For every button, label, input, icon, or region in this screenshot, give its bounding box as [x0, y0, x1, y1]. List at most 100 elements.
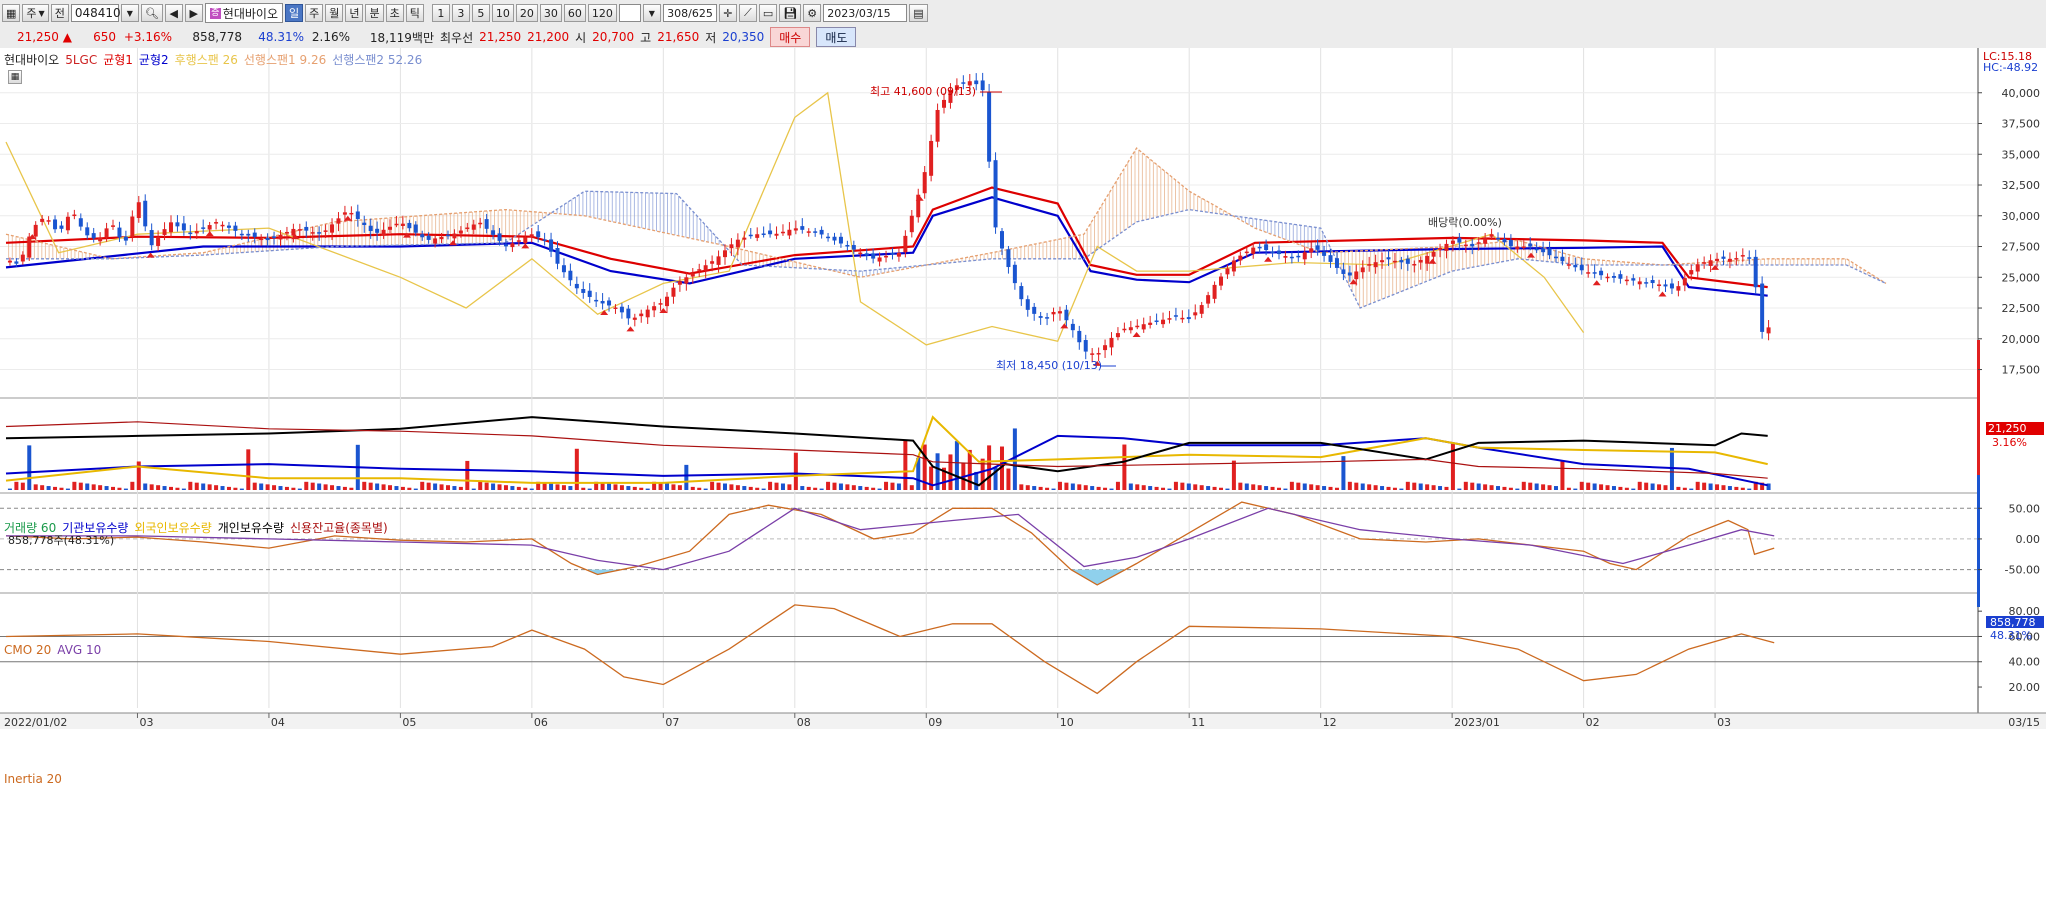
sell-button[interactable]: 매도: [816, 27, 857, 47]
open-label: 시: [575, 30, 587, 45]
candle-body: [581, 289, 586, 293]
candle-body: [677, 281, 682, 285]
month-label-7: 09: [928, 716, 942, 729]
candle-body: [1199, 305, 1204, 314]
legend-cmo-item-0[interactable]: CMO 20: [4, 643, 51, 657]
candle-body: [1161, 319, 1166, 325]
legend-cmo-item-1[interactable]: AVG 10: [57, 643, 101, 657]
trend-line-icon: ⟋: [744, 6, 752, 19]
candle-body: [1573, 264, 1578, 268]
volume-bar: [1521, 481, 1526, 490]
interval-button-10[interactable]: 10: [491, 4, 514, 22]
volume-bar: [819, 488, 824, 490]
candle-body: [1521, 246, 1526, 249]
volume-bar: [503, 485, 508, 490]
candle-body: [1045, 317, 1050, 319]
candle-body: [1386, 257, 1391, 260]
period-button-5[interactable]: 초: [385, 4, 404, 22]
candle-body: [259, 238, 264, 241]
legend-price-item-6[interactable]: 선행스팬2 52.26: [332, 53, 422, 67]
legend-price-item-0[interactable]: 현대바이오: [4, 53, 59, 67]
volume-bar: [1083, 485, 1088, 490]
period-button-0[interactable]: 일: [284, 4, 304, 22]
volume-bar: [735, 485, 740, 490]
legend-price-item-3[interactable]: 균형2: [139, 53, 169, 67]
volume-bar: [317, 483, 322, 490]
candle-body: [368, 225, 373, 232]
date-input[interactable]: 2023/03/15: [823, 4, 908, 22]
legend-vol-item-4[interactable]: 신용잔고율(종목별): [290, 521, 388, 535]
search-button[interactable]: 🔍︎: [140, 4, 163, 22]
volume-bar: [272, 485, 277, 490]
stock-name-box[interactable]: 증 현대바이오: [204, 3, 283, 23]
period-button-1[interactable]: 주: [305, 4, 324, 22]
interval-button-5[interactable]: 5: [471, 4, 490, 22]
candle-body: [7, 260, 12, 263]
candle-body: [1231, 260, 1236, 272]
candle-body: [561, 265, 566, 273]
quote-bar: 21,250 ▲ 650 +3.16% 858,778 48.31% 2.16%…: [2, 27, 857, 47]
interval-button-30[interactable]: 30: [539, 4, 562, 22]
bar-count-display[interactable]: 308/625: [662, 4, 717, 22]
period-button-4[interactable]: 분: [365, 4, 384, 22]
interval-button-1[interactable]: 1: [431, 4, 450, 22]
volume-bar: [1109, 488, 1114, 490]
interval-custom-input[interactable]: [618, 4, 641, 22]
period-button-3[interactable]: 년: [345, 4, 364, 22]
crosshair-icon: ✛: [723, 6, 733, 20]
buy-button[interactable]: 매수: [770, 27, 811, 47]
period-button-6[interactable]: 틱: [405, 4, 424, 22]
price-axis-tick-label-4: 30,000: [2002, 210, 2041, 223]
candle-body: [1721, 256, 1726, 259]
legend-inertia-item-0[interactable]: Inertia 20: [4, 772, 62, 786]
volume-bar: [896, 483, 901, 490]
interval-button-20[interactable]: 20: [515, 4, 538, 22]
candle-body: [716, 256, 721, 265]
legend-price-item-2[interactable]: 균형1: [103, 53, 133, 67]
inertia-axis-tick-label-3: 20.00: [2009, 681, 2041, 694]
volume-bar: [1695, 481, 1700, 490]
next-stock-button[interactable]: ▶: [184, 4, 203, 22]
layout-grid-icon[interactable]: ▦: [2, 4, 21, 22]
interval-dropdown-button[interactable]: ▼: [642, 4, 661, 22]
candle-body: [884, 255, 889, 258]
legend-price-item-1[interactable]: 5LGC: [65, 53, 97, 67]
candle-body: [1657, 284, 1662, 286]
candle-body: [1276, 250, 1281, 255]
candle-body: [130, 216, 135, 237]
code-dropdown-button[interactable]: ▼: [120, 4, 139, 22]
ruler-button[interactable]: ▭: [758, 4, 778, 22]
legend-vol-item-2[interactable]: 외국인보유수량: [134, 521, 211, 535]
line-tool-button[interactable]: ⟋: [738, 4, 757, 22]
prev-stock-button[interactable]: ◀: [164, 4, 183, 22]
volume-bar: [858, 486, 863, 490]
legend-price-item-5[interactable]: 선행스팬1 9.26: [244, 53, 326, 67]
interval-button-3[interactable]: 3: [451, 4, 470, 22]
chart-canvas[interactable]: 40,000 37,500 35,000 32,500 30,000 27,500 25,0…: [0, 48, 2046, 913]
volume-bar: [1740, 487, 1745, 490]
legend-vol-item-3[interactable]: 개인보유수량: [218, 521, 284, 535]
candle-body: [1579, 265, 1584, 271]
candle-body: [1760, 283, 1765, 332]
candle-body: [1257, 246, 1262, 249]
volume-bar: [1560, 460, 1565, 490]
panel-menu-button[interactable]: ▦: [8, 70, 22, 84]
crosshair-button[interactable]: ✛: [718, 4, 737, 22]
candle-body: [85, 227, 90, 236]
calendar-button[interactable]: ▤: [909, 4, 928, 22]
save-button[interactable]: 💾︎: [779, 4, 802, 22]
candle-body: [1096, 353, 1101, 355]
month-label-6: 08: [797, 716, 811, 729]
period-button-2[interactable]: 월: [325, 4, 344, 22]
interval-button-60[interactable]: 60: [563, 4, 586, 22]
stock-code-input[interactable]: 048410: [70, 4, 121, 22]
volume-bar: [342, 486, 347, 490]
interval-button-120[interactable]: 120: [587, 4, 617, 22]
volume-bar: [1090, 486, 1095, 490]
settings-button[interactable]: ⚙: [803, 4, 822, 22]
candle-body: [1180, 317, 1185, 320]
candle-body: [1270, 251, 1275, 253]
legend-price-item-4[interactable]: 후행스팬 26: [175, 53, 238, 67]
period-dropdown[interactable]: 주 ▼: [22, 4, 49, 22]
jeon-button[interactable]: 전: [50, 4, 69, 22]
